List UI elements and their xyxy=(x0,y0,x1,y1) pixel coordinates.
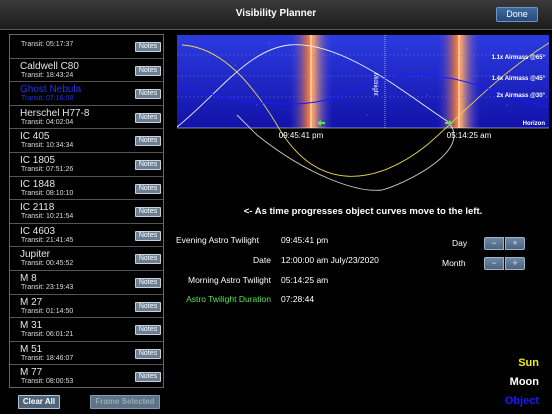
list-item[interactable]: M 77 Transit: 08:00:53 Notes xyxy=(10,365,163,387)
notes-button[interactable]: Notes xyxy=(135,183,161,194)
object-name: Caldwell C80 xyxy=(20,60,79,72)
transit-time: Transit: 04:02:04 xyxy=(21,118,74,126)
notes-button[interactable]: Notes xyxy=(135,372,161,383)
legend-moon: Moon xyxy=(509,376,539,388)
notes-button[interactable]: Notes xyxy=(135,207,161,218)
object-name: IC 1848 xyxy=(20,178,56,190)
date-value: 12:00:00 am July/23/2020 xyxy=(281,255,379,265)
date-label: Date xyxy=(253,255,271,265)
notes-button[interactable]: Notes xyxy=(135,277,161,288)
day-increment-button[interactable]: + xyxy=(505,237,525,250)
transit-time: Transit: 07:51:26 xyxy=(21,165,74,173)
evening-twilight-value: 09:45:41 pm xyxy=(281,235,329,245)
list-item[interactable]: IC 1805 Transit: 07:51:26 Notes xyxy=(10,153,163,177)
transit-time: Transit: 08:00:53 xyxy=(21,378,74,386)
morning-time-label: 05:14:25 am xyxy=(447,131,492,140)
object-name: M 31 xyxy=(20,320,43,332)
notes-button[interactable]: Notes xyxy=(135,112,161,123)
list-item[interactable]: M 31 Transit: 06:01:21 Notes xyxy=(10,318,163,342)
duration-label: Astro Twilight Duration xyxy=(186,294,271,304)
object-name: Jupiter xyxy=(20,249,51,261)
transit-time: Transit: 00:45:52 xyxy=(21,260,74,268)
airmass-label-45: 1.4x Airmass @45° xyxy=(492,76,546,82)
list-item[interactable]: IC 2118 Transit: 10:21:54 Notes xyxy=(10,200,163,224)
transit-time: Transit: 18:46:07 xyxy=(21,354,74,362)
transit-time: Transit: 21:41:45 xyxy=(21,236,74,244)
morning-twilight-label: Morning Astro Twilight xyxy=(188,275,271,285)
duration-value: 07:28:44 xyxy=(281,294,315,304)
transit-time: Transit: 01:14:50 xyxy=(21,307,74,315)
notes-button[interactable]: Notes xyxy=(135,230,161,241)
frame-selected-button[interactable]: Frame Selected xyxy=(90,395,160,409)
done-button[interactable]: Done xyxy=(496,7,538,22)
notes-button[interactable]: Notes xyxy=(135,65,161,76)
object-name: M 51 xyxy=(20,343,43,355)
object-name: IC 1805 xyxy=(20,154,56,166)
transit-time: Transit: 10:34:34 xyxy=(21,142,74,150)
notes-button[interactable]: Notes xyxy=(135,348,161,359)
day-decrement-button[interactable]: − xyxy=(484,237,504,250)
list-item[interactable]: IC 1848 Transit: 08:10:10 Notes xyxy=(10,177,163,201)
horizon-label: Horizon xyxy=(523,121,546,127)
list-item[interactable]: IC 405 Transit: 10:34:34 Notes xyxy=(10,129,163,153)
page-title: Visibility Planner xyxy=(235,8,317,19)
notes-button[interactable]: Notes xyxy=(135,89,161,100)
list-item[interactable]: M 27 Transit: 01:14:50 Notes xyxy=(10,295,163,319)
object-name: M 27 xyxy=(20,296,43,308)
day-stepper[interactable]: − + xyxy=(484,237,526,250)
visibility-planner-screen: Visibility Planner Done Transit: 05:17:3… xyxy=(0,0,552,414)
month-stepper[interactable]: − + xyxy=(484,257,526,270)
clear-all-button[interactable]: Clear All xyxy=(18,395,60,409)
notes-button[interactable]: Notes xyxy=(135,301,161,312)
navigation-bar: Visibility Planner Done xyxy=(0,0,552,30)
legend-sun: Sun xyxy=(518,357,539,369)
object-name: Ghost Nebula xyxy=(20,84,82,96)
notes-button[interactable]: Notes xyxy=(135,254,161,265)
transit-time: Transit: 18:43:24 xyxy=(21,71,74,79)
object-name: Herschel H77-8 xyxy=(20,107,90,119)
notes-button[interactable]: Notes xyxy=(135,325,161,336)
object-list[interactable]: Transit: 05:17:37 Notes Caldwell C80 Transi… xyxy=(9,34,164,388)
list-item[interactable]: M 51 Transit: 18:46:07 Notes xyxy=(10,342,163,366)
list-item[interactable]: IC 4603 Transit: 21:41:45 Notes xyxy=(10,224,163,248)
month-decrement-button[interactable]: − xyxy=(484,257,504,270)
transit-time: Transit: 07:16:08 xyxy=(21,95,74,103)
list-item[interactable]: Caldwell C80 Transit: 18:43:24 Notes xyxy=(10,59,163,83)
month-label: Month xyxy=(442,258,466,268)
airmass-label-30: 2x Airmass @30° xyxy=(497,93,546,99)
airmass-label-65: 1.1x Airmass @65° xyxy=(492,55,546,61)
legend-object: Object xyxy=(504,395,539,407)
object-name: M 8 xyxy=(20,272,37,284)
chart-caption: <- As time progresses object curves move… xyxy=(243,206,483,217)
month-increment-button[interactable]: + xyxy=(505,257,525,270)
list-item[interactable]: Jupiter Transit: 00:45:52 Notes xyxy=(10,247,163,271)
object-name: M 77 xyxy=(20,367,43,379)
midnight-label: Midnight xyxy=(372,73,378,96)
day-label: Day xyxy=(452,238,468,248)
transit-time: Transit: 23:19:43 xyxy=(21,283,74,291)
list-item[interactable]: Ghost Nebula Transit: 07:16:08 Notes xyxy=(10,82,163,106)
transit-time: Transit: 06:01:21 xyxy=(21,331,74,339)
list-item[interactable]: Herschel H77-8 Transit: 04:02:04 Notes xyxy=(10,106,163,130)
notes-button[interactable]: Notes xyxy=(135,159,161,170)
object-name: IC 2118 xyxy=(20,202,55,214)
visibility-chart: Midnight 1.1x Airmass @65° 1.4x Airmass … xyxy=(177,35,549,221)
transit-time: Transit: 05:17:37 xyxy=(21,41,74,48)
object-name: IC 405 xyxy=(20,131,50,143)
evening-time-label: 09:45:41 pm xyxy=(279,131,324,140)
transit-time: Transit: 08:10:10 xyxy=(21,189,74,197)
transit-time: Transit: 10:21:54 xyxy=(21,213,74,221)
object-name: IC 4603 xyxy=(20,225,56,237)
list-item[interactable]: M 8 Transit: 23:19:43 Notes xyxy=(10,271,163,295)
notes-button[interactable]: Notes xyxy=(135,42,161,52)
morning-twilight-value: 05:14:25 am xyxy=(281,275,329,285)
list-item[interactable]: Transit: 05:17:37 Notes xyxy=(10,35,163,59)
notes-button[interactable]: Notes xyxy=(135,136,161,147)
